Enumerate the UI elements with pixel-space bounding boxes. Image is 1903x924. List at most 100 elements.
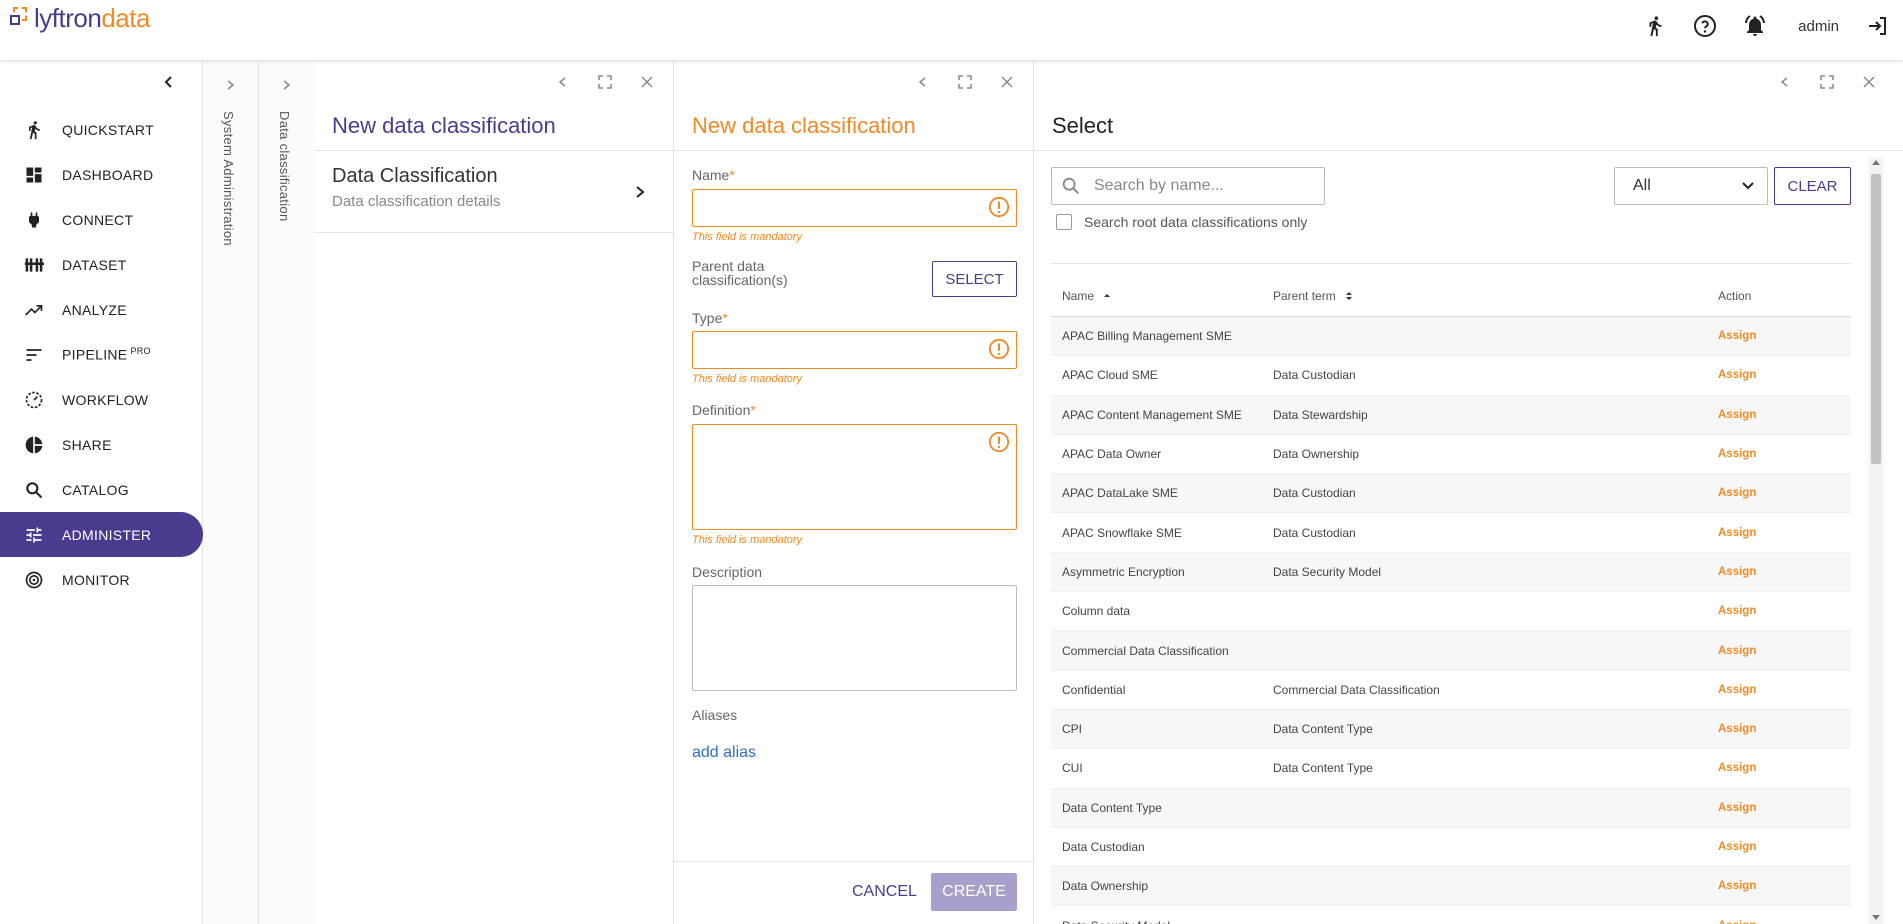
sidebar: QUICKSTART DASHBOARD CONNECT DATASET ANA… — [0, 61, 203, 924]
definition-textarea[interactable] — [692, 424, 1017, 530]
chevron-right-icon — [629, 181, 651, 203]
select-classification-panel: Select Search root data classifications … — [1034, 61, 1903, 924]
assign-link[interactable]: Assign — [1718, 645, 1851, 657]
assign-link[interactable]: Assign — [1718, 841, 1851, 853]
cancel-button[interactable]: CANCEL — [852, 883, 917, 901]
warning-icon — [988, 431, 1010, 453]
scrollbar[interactable] — [1869, 158, 1883, 924]
type-input[interactable] — [692, 331, 1017, 369]
clear-button[interactable]: CLEAR — [1774, 167, 1851, 205]
tune-icon — [23, 524, 45, 546]
sidebar-item-label: ANALYZE — [62, 301, 127, 318]
assign-link[interactable]: Assign — [1718, 723, 1851, 735]
sidebar-item-workflow[interactable]: WORKFLOW — [0, 377, 203, 422]
assign-link[interactable]: Assign — [1718, 802, 1851, 814]
collapsed-panel-system-administration[interactable]: System Administration — [203, 61, 259, 924]
panel-maximize-icon[interactable] — [594, 71, 616, 93]
sidebar-item-dataset[interactable]: DATASET — [0, 242, 203, 287]
panel-title: New data classification — [332, 113, 556, 138]
search-input[interactable] — [1094, 177, 1314, 195]
create-button[interactable]: CREATE — [931, 873, 1017, 911]
sidebar-item-pipeline[interactable]: PIPELINE PRO — [0, 332, 203, 377]
add-alias-link[interactable]: add alias — [692, 744, 756, 762]
help-icon[interactable] — [1693, 14, 1717, 38]
sidebar-item-share[interactable]: SHARE — [0, 422, 203, 467]
sidebar-item-label: CATALOG — [62, 481, 129, 498]
table-row: CPI Data Content Type Assign — [1051, 709, 1851, 750]
search-box — [1051, 167, 1325, 205]
cell-name: APAC Cloud SME — [1062, 368, 1158, 383]
scroll-up-arrow-icon[interactable] — [1872, 160, 1880, 165]
sidebar-item-monitor[interactable]: MONITOR — [0, 557, 203, 602]
running-icon — [23, 119, 45, 141]
expand-chevron-right-icon[interactable] — [219, 74, 241, 96]
logo[interactable]: lyftrondata — [10, 4, 150, 32]
cell-parent: Data Custodian — [1273, 525, 1356, 540]
assign-link[interactable]: Assign — [1718, 448, 1851, 460]
assign-link[interactable]: Assign — [1718, 762, 1851, 774]
description-textarea[interactable] — [692, 585, 1017, 691]
root-only-checkbox[interactable] — [1056, 214, 1072, 230]
panel-close-icon[interactable] — [996, 71, 1018, 93]
sort-icon — [1345, 292, 1352, 300]
panel-close-icon[interactable] — [1858, 71, 1880, 93]
sidebar-item-administer[interactable]: ADMINISTER — [0, 512, 203, 557]
speed-icon — [23, 389, 45, 411]
name-input[interactable] — [692, 189, 1017, 227]
collapsed-panel-data-classification[interactable]: Data classification — [259, 61, 315, 924]
panel-close-icon[interactable] — [636, 71, 658, 93]
cell-name: APAC Snowflake SME — [1062, 525, 1182, 540]
column-header-parent[interactable]: Parent term — [1273, 289, 1718, 303]
sidebar-item-connect[interactable]: CONNECT — [0, 197, 203, 242]
assign-link[interactable]: Assign — [1718, 527, 1851, 539]
scroll-down-arrow-icon[interactable] — [1872, 915, 1880, 920]
pro-badge: PRO — [130, 346, 151, 357]
cell-parent: Data Content Type — [1273, 722, 1373, 737]
table-row: APAC Snowflake SME Data Custodian Assign — [1051, 513, 1851, 553]
sidebar-collapse-chevron-left-icon[interactable] — [158, 71, 180, 93]
assign-link[interactable]: Assign — [1718, 409, 1851, 421]
table-row: APAC Data Owner Data Ownership Assign — [1051, 435, 1851, 475]
column-header-name[interactable]: Name — [1051, 289, 1273, 303]
expand-chevron-right-icon[interactable] — [275, 74, 297, 96]
sidebar-item-quickstart[interactable]: QUICKSTART — [0, 107, 203, 152]
type-filter-select[interactable]: All — [1614, 167, 1768, 205]
scroll-thumb[interactable] — [1871, 174, 1881, 464]
assign-link[interactable]: Assign — [1718, 920, 1851, 924]
sidebar-item-catalog[interactable]: CATALOG — [0, 467, 203, 512]
logout-icon[interactable] — [1866, 14, 1890, 38]
panel-maximize-icon[interactable] — [1816, 71, 1838, 93]
cell-name: Asymmetric Encryption — [1062, 564, 1185, 579]
user-name[interactable]: admin — [1798, 18, 1839, 35]
panel-collapse-chevron-left-icon[interactable] — [552, 71, 574, 93]
panel-maximize-icon[interactable] — [954, 71, 976, 93]
assign-link[interactable]: Assign — [1718, 880, 1851, 892]
cell-name: APAC Content Management SME — [1062, 407, 1242, 422]
panel-collapse-chevron-left-icon[interactable] — [912, 71, 934, 93]
filter-value: All — [1633, 177, 1651, 194]
quickstart-running-icon[interactable] — [1643, 14, 1667, 38]
notifications-bell-icon[interactable] — [1743, 14, 1767, 38]
assign-link[interactable]: Assign — [1718, 566, 1851, 578]
assign-link[interactable]: Assign — [1718, 369, 1851, 381]
new-classification-form-panel: New data classification Name* This field… — [674, 61, 1034, 924]
menu-entry-data-classification[interactable]: Data Classification Data classification … — [314, 151, 673, 233]
sidebar-item-label: WORKFLOW — [62, 391, 149, 408]
assign-link[interactable]: Assign — [1718, 487, 1851, 499]
sidebar-item-label: DATASET — [62, 256, 127, 273]
description-label: Description — [692, 564, 763, 580]
sidebar-item-dashboard[interactable]: DASHBOARD — [0, 152, 203, 197]
top-bar: lyftrondata admin — [0, 0, 1903, 61]
assign-link[interactable]: Assign — [1718, 605, 1851, 617]
sidebar-item-label: SHARE — [62, 436, 112, 453]
panel-title: New data classification — [692, 113, 916, 138]
panel-collapse-chevron-left-icon[interactable] — [1774, 71, 1796, 93]
cell-parent: Data Custodian — [1273, 368, 1356, 383]
assign-link[interactable]: Assign — [1718, 330, 1851, 342]
sidebar-item-analyze[interactable]: ANALYZE — [0, 287, 203, 332]
cell-name: CUI — [1062, 761, 1083, 776]
assign-link[interactable]: Assign — [1718, 684, 1851, 696]
menu-entry-title: Data Classification — [332, 165, 498, 187]
cell-name: Column data — [1062, 604, 1131, 619]
select-parent-button[interactable]: SELECT — [932, 261, 1017, 297]
